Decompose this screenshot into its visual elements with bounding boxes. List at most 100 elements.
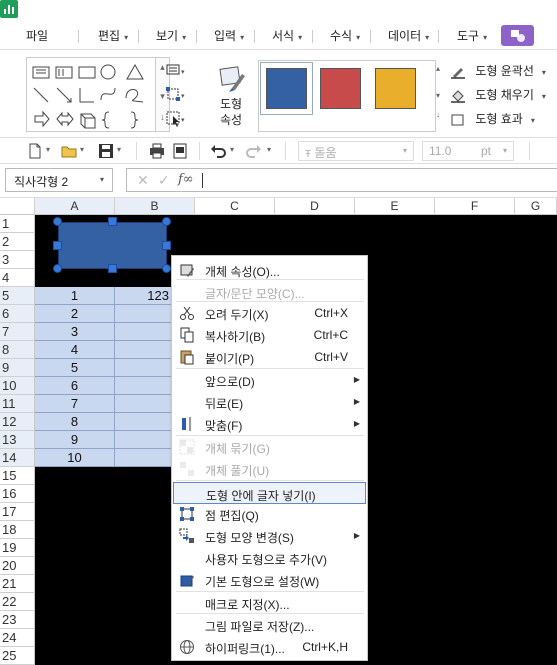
- style-swatch-blue[interactable]: [260, 62, 313, 115]
- resize-handle[interactable]: [162, 241, 171, 250]
- column-header-e[interactable]: E: [355, 198, 435, 215]
- cell-b[interactable]: [115, 449, 172, 467]
- context-menu-item[interactable]: 복사하기(B) Ctrl+C: [173, 324, 366, 346]
- row-header[interactable]: 1: [0, 215, 35, 233]
- menu-insert[interactable]: 입력 ▾: [214, 27, 244, 44]
- select-objects-icon[interactable]: ▾: [165, 110, 185, 128]
- context-menu-item[interactable]: 그림 파일로 저장(Z)...: [173, 614, 366, 636]
- context-menu-item[interactable]: 하이퍼링크(1)... Ctrl+K,H: [173, 636, 366, 658]
- open-dropdown-caret[interactable]: ▾: [80, 145, 84, 154]
- menu-view[interactable]: 보기 ▾: [156, 27, 186, 44]
- cell-b[interactable]: [115, 359, 172, 377]
- row-header[interactable]: 23: [0, 611, 35, 629]
- cell-b[interactable]: [115, 341, 172, 359]
- row-header[interactable]: 4: [0, 269, 35, 287]
- row-header[interactable]: 16: [0, 485, 35, 503]
- menu-data[interactable]: 데이터 ▾: [388, 27, 429, 44]
- save-icon[interactable]: [98, 143, 114, 159]
- context-menu-item[interactable]: 점 편집(Q): [173, 503, 366, 525]
- select-all-corner[interactable]: [0, 198, 35, 215]
- arrange-icon[interactable]: ▾: [165, 62, 185, 80]
- row-header[interactable]: 21: [0, 575, 35, 593]
- context-menu-item[interactable]: 맞춤(F) ▶: [173, 413, 366, 435]
- context-menu-item[interactable]: 매크로 지정(X)...: [173, 592, 366, 614]
- menu-tools[interactable]: 도구 ▾: [457, 27, 487, 44]
- row-header[interactable]: 7: [0, 323, 35, 341]
- context-menu-item[interactable]: 개체 묶기(G): [173, 436, 366, 458]
- confirm-icon[interactable]: ✓: [158, 172, 170, 189]
- context-menu-item[interactable]: 사용자 도형으로 추가(V): [173, 547, 366, 569]
- cell-a[interactable]: 8: [35, 413, 115, 431]
- cell-b[interactable]: [115, 323, 172, 341]
- row-header[interactable]: 22: [0, 593, 35, 611]
- cell-a[interactable]: 3: [35, 323, 115, 341]
- context-menu-item[interactable]: 기본 도형으로 설정(W): [173, 569, 366, 591]
- shape-outline-button[interactable]: 도형 윤곽선 ▾: [450, 62, 546, 82]
- menu-file[interactable]: 파일: [26, 27, 48, 44]
- cell-a[interactable]: 9: [35, 431, 115, 449]
- row-header[interactable]: 10: [0, 377, 35, 395]
- menu-format[interactable]: 서식 ▾: [272, 27, 302, 44]
- resize-handle[interactable]: [162, 264, 171, 273]
- cell-a[interactable]: 6: [35, 377, 115, 395]
- cell-b[interactable]: [115, 305, 172, 323]
- row-header[interactable]: 2: [0, 233, 35, 251]
- row-header[interactable]: 5: [0, 287, 35, 305]
- cell-b[interactable]: [115, 377, 172, 395]
- row-header[interactable]: 19: [0, 539, 35, 557]
- cell-a[interactable]: 2: [35, 305, 115, 323]
- context-menu-item[interactable]: 도형 모양 변경(S) ▶: [173, 525, 366, 547]
- context-menu-item[interactable]: 앞으로(D) ▶: [173, 369, 366, 391]
- context-menu-item[interactable]: 오려 두기(X) Ctrl+X: [173, 302, 366, 324]
- new-dropdown-caret[interactable]: ▾: [46, 145, 50, 154]
- print-icon[interactable]: [149, 143, 165, 159]
- column-header-g[interactable]: G: [515, 198, 557, 215]
- resize-handle[interactable]: [108, 217, 117, 226]
- row-header[interactable]: 20: [0, 557, 35, 575]
- style-swatch-yellow[interactable]: [375, 68, 416, 109]
- resize-handle[interactable]: [53, 217, 62, 226]
- redo-dropdown-caret[interactable]: ▾: [267, 145, 271, 154]
- cell-b[interactable]: [115, 431, 172, 449]
- context-menu-item[interactable]: 글자/문단 모양(C)...: [173, 281, 366, 303]
- row-header[interactable]: 15: [0, 467, 35, 485]
- resize-handle[interactable]: [53, 264, 62, 273]
- shape-properties-button[interactable]: 도형 속성: [212, 62, 250, 130]
- function-icon[interactable]: f∞: [178, 172, 194, 187]
- row-header[interactable]: 3: [0, 251, 35, 269]
- font-name-select[interactable]: Ŧ 돋움 ▾: [298, 141, 414, 161]
- column-header-b[interactable]: B: [115, 198, 195, 215]
- print-preview-icon[interactable]: [172, 143, 188, 159]
- row-header[interactable]: 12: [0, 413, 35, 431]
- save-dropdown-caret[interactable]: ▾: [117, 145, 121, 154]
- menu-formula[interactable]: 수식 ▾: [330, 27, 360, 44]
- column-header-f[interactable]: F: [435, 198, 515, 215]
- edit-points-tool-icon[interactable]: ▾: [165, 86, 185, 104]
- rectangle-shape[interactable]: [58, 222, 167, 269]
- redo-icon[interactable]: [246, 143, 262, 159]
- shape-context-tab[interactable]: [501, 25, 534, 46]
- cell-b[interactable]: [115, 413, 172, 431]
- undo-dropdown-caret[interactable]: ▾: [230, 145, 234, 154]
- context-menu-item[interactable]: 개체 속성(O)...: [173, 259, 366, 281]
- context-menu-item[interactable]: 도형 안에 글자 넣기(I): [173, 482, 366, 504]
- context-menu-item[interactable]: 뒤로(E) ▶: [173, 391, 366, 413]
- row-header[interactable]: 13: [0, 431, 35, 449]
- row-header[interactable]: 11: [0, 395, 35, 413]
- formula-input[interactable]: ✕ ✓ f∞: [126, 168, 557, 192]
- name-box[interactable]: 직사각형 2 ▾: [5, 168, 113, 192]
- cell-a[interactable]: 7: [35, 395, 115, 413]
- resize-handle[interactable]: [162, 217, 171, 226]
- cell-b[interactable]: 123: [115, 287, 172, 305]
- style-swatch-red[interactable]: [320, 68, 361, 109]
- cell-a[interactable]: 4: [35, 341, 115, 359]
- row-header[interactable]: 14: [0, 449, 35, 467]
- menu-edit[interactable]: 편집 ▾: [98, 27, 128, 44]
- column-header-a[interactable]: A: [35, 198, 115, 215]
- row-header[interactable]: 18: [0, 521, 35, 539]
- row-header[interactable]: 9: [0, 359, 35, 377]
- context-menu-item[interactable]: 붙이기(P) Ctrl+V: [173, 346, 366, 368]
- style-gallery-scroll[interactable]: ▴ ▾ ↓: [436, 60, 446, 132]
- font-size-select[interactable]: 11.0 pt ▾: [422, 141, 514, 161]
- row-header[interactable]: 17: [0, 503, 35, 521]
